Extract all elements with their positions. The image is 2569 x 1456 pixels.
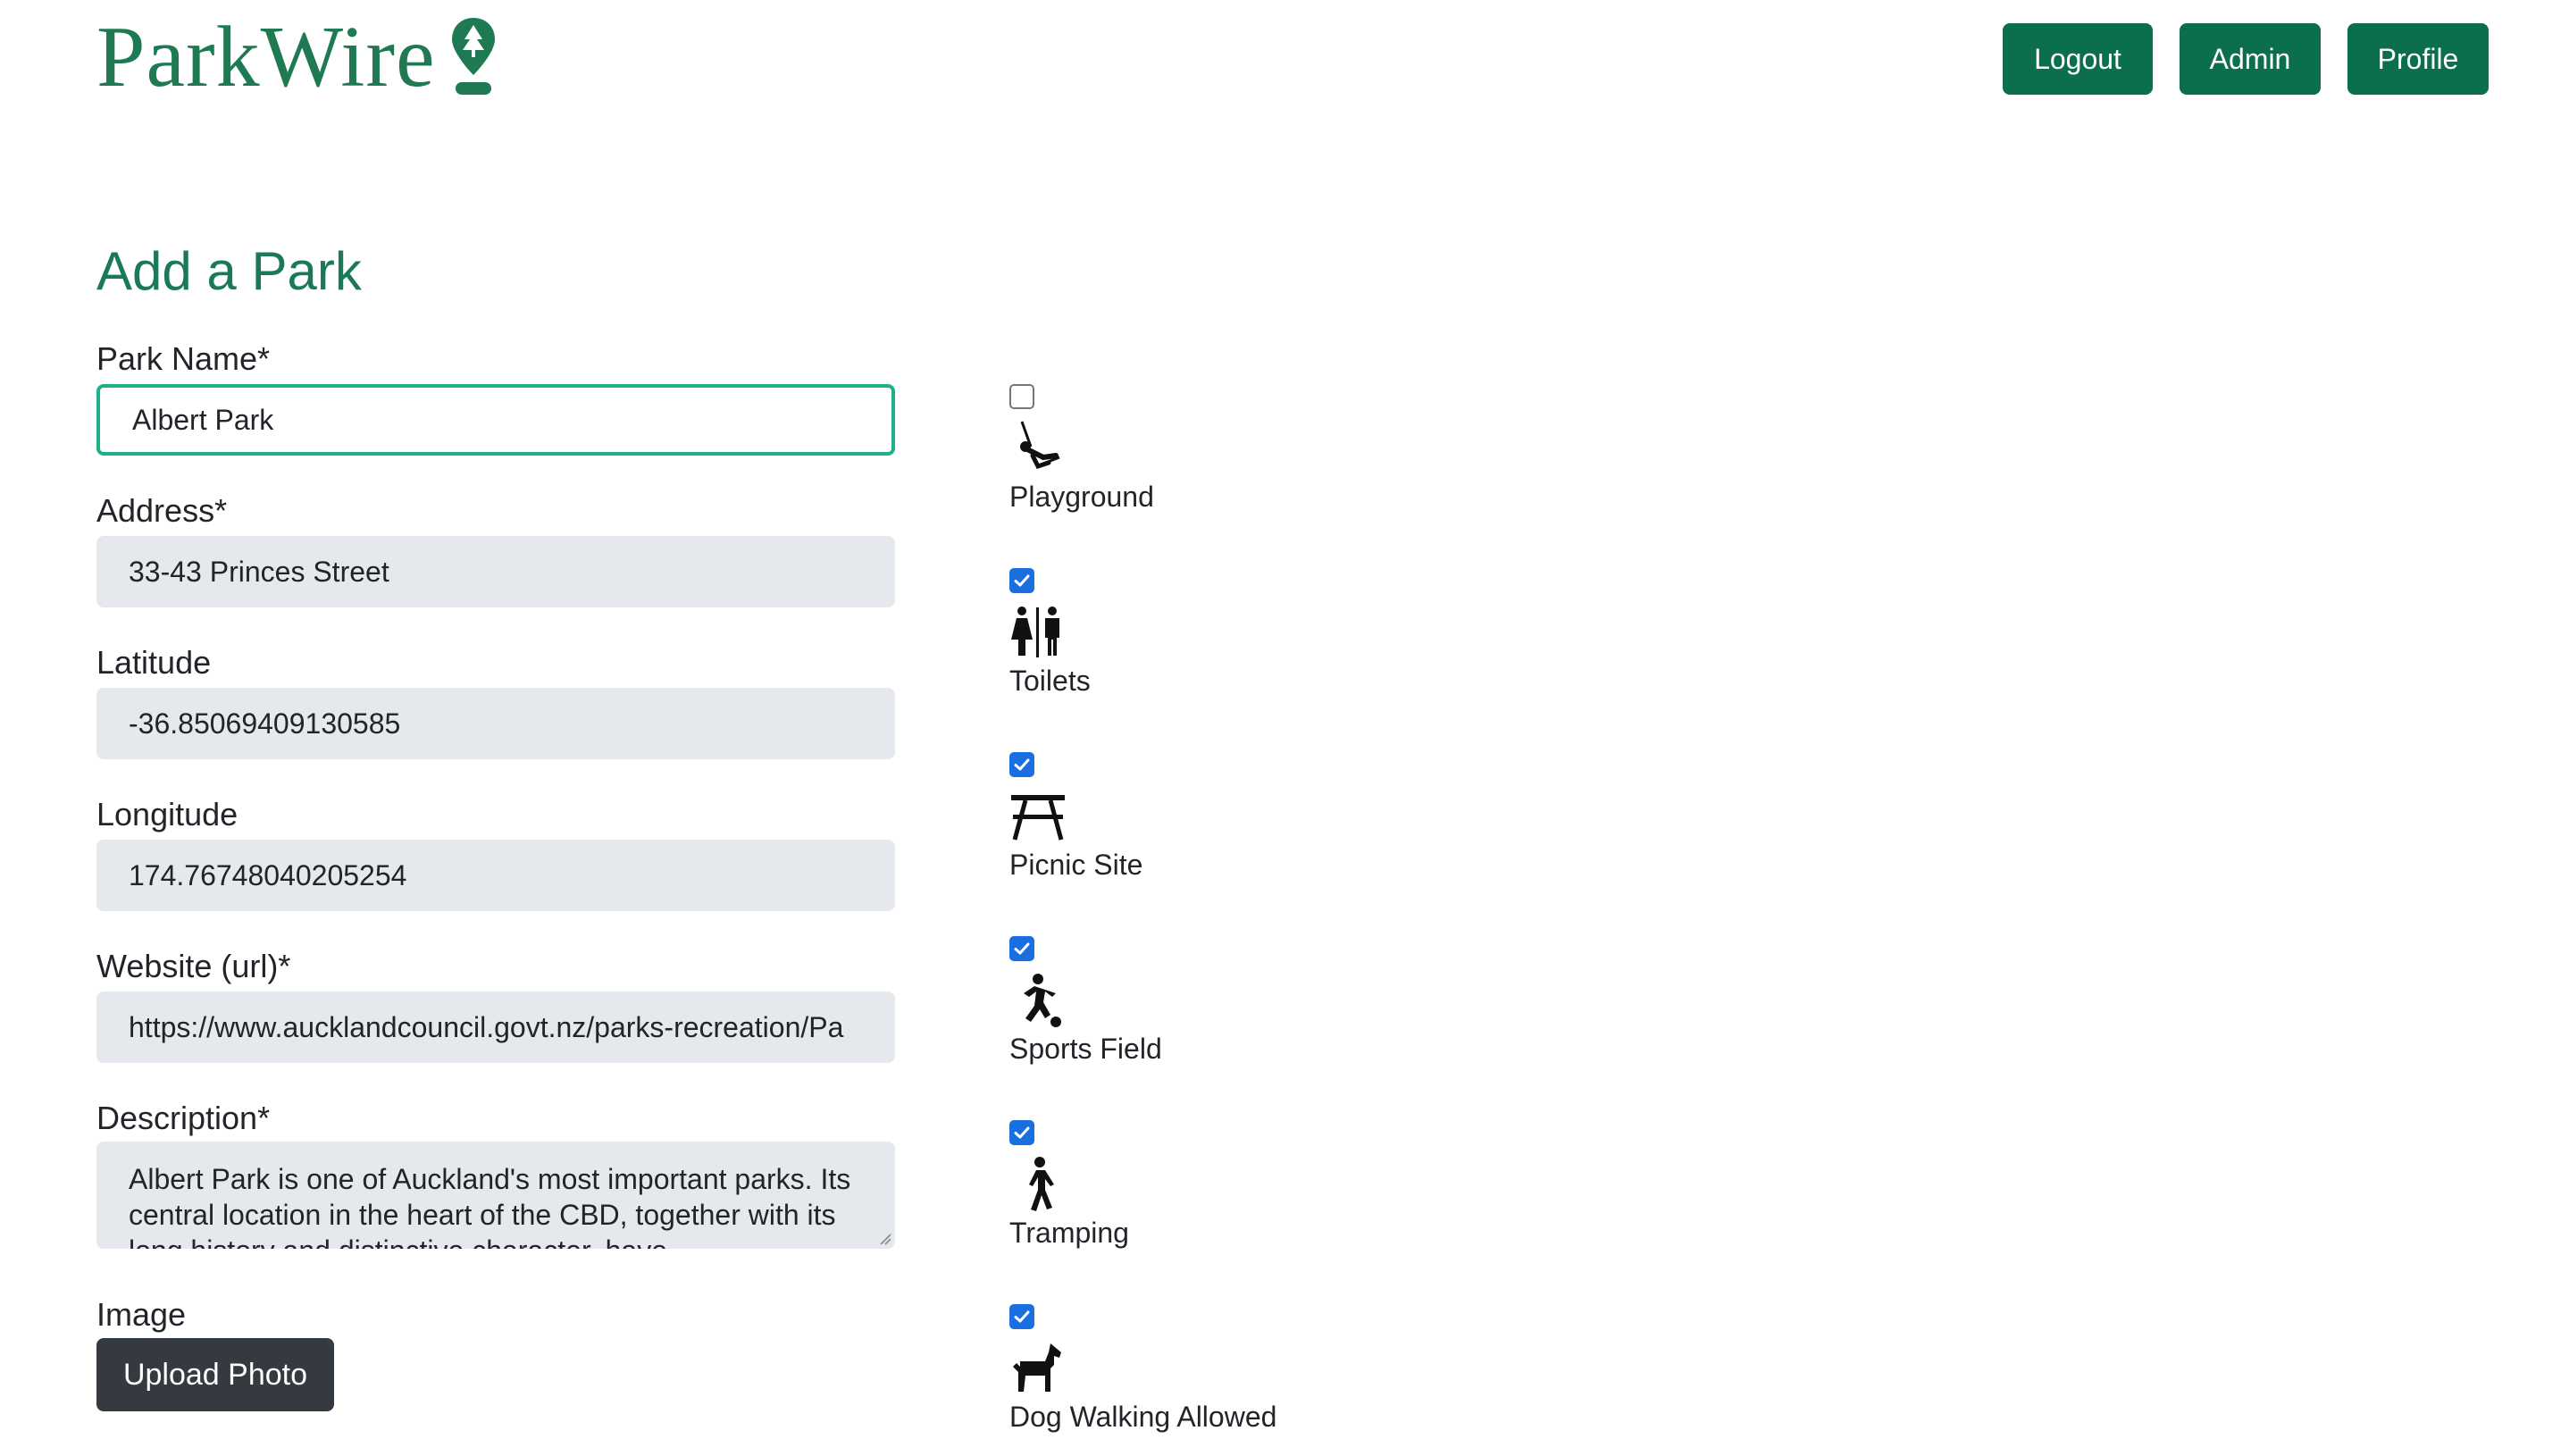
logout-button[interactable]: Logout: [2003, 23, 2153, 95]
image-label: Image: [96, 1296, 187, 1333]
website-input[interactable]: https://www.aucklandcouncil.govt.nz/park…: [96, 992, 895, 1063]
amenity-dog-walking: Dog Walking Allowed: [1009, 1304, 1367, 1456]
amenity-toilets: Toilets: [1009, 568, 1367, 720]
sports-field-icon: [1024, 974, 1061, 1027]
picnic-site-checkbox[interactable]: [1009, 752, 1034, 777]
longitude-input[interactable]: 174.76748040205254: [96, 840, 895, 911]
amenity-picnic-site: Picnic Site: [1009, 752, 1367, 904]
tramping-label: Tramping: [1009, 1217, 1129, 1249]
park-name-label: Park Name*: [96, 340, 271, 377]
tramping-checkbox[interactable]: [1009, 1120, 1034, 1145]
upload-photo-button[interactable]: Upload Photo: [96, 1338, 334, 1411]
description-textarea[interactable]: Albert Park is one of Auckland's most im…: [96, 1142, 895, 1249]
description-text: Albert Park is one of Auckland's most im…: [129, 1163, 851, 1249]
toilets-checkbox[interactable]: [1009, 568, 1034, 593]
latitude-input[interactable]: -36.85069409130585: [96, 688, 895, 759]
dog-walking-label: Dog Walking Allowed: [1009, 1401, 1277, 1433]
hiking-icon: [1029, 1157, 1054, 1211]
profile-button[interactable]: Profile: [2347, 23, 2489, 95]
admin-button[interactable]: Admin: [2180, 23, 2321, 95]
page-title: Add a Park: [96, 241, 362, 301]
longitude-label: Longitude: [96, 796, 238, 833]
dog-walking-checkbox[interactable]: [1009, 1304, 1034, 1329]
amenity-sports-field: Sports Field: [1009, 936, 1367, 1088]
park-name-input[interactable]: Albert Park: [96, 384, 895, 456]
toilets-label: Toilets: [1009, 665, 1091, 697]
toilets-icon: [1011, 607, 1059, 657]
tree-pin-icon: [451, 18, 495, 95]
amenity-playground: Playground: [1009, 384, 1367, 536]
sports-field-checkbox[interactable]: [1009, 936, 1034, 961]
amenity-tramping: Tramping: [1009, 1120, 1367, 1272]
website-label: Website (url)*: [96, 948, 291, 984]
playground-checkbox[interactable]: [1009, 384, 1034, 409]
address-input[interactable]: 33-43 Princes Street: [96, 536, 895, 607]
picnic-table-icon: [1011, 795, 1065, 841]
sports-field-label: Sports Field: [1009, 1033, 1162, 1065]
address-label: Address*: [96, 492, 228, 529]
site-logo[interactable]: ParkWire: [96, 13, 498, 102]
latitude-label: Latitude: [96, 644, 212, 681]
picnic-site-label: Picnic Site: [1009, 849, 1143, 881]
dog-icon: [1013, 1343, 1061, 1392]
playground-icon: [1020, 421, 1060, 470]
logo-text: ParkWire: [96, 9, 436, 105]
playground-label: Playground: [1009, 481, 1154, 513]
resize-grip-icon[interactable]: [879, 1233, 891, 1245]
description-label: Description*: [96, 1100, 271, 1136]
